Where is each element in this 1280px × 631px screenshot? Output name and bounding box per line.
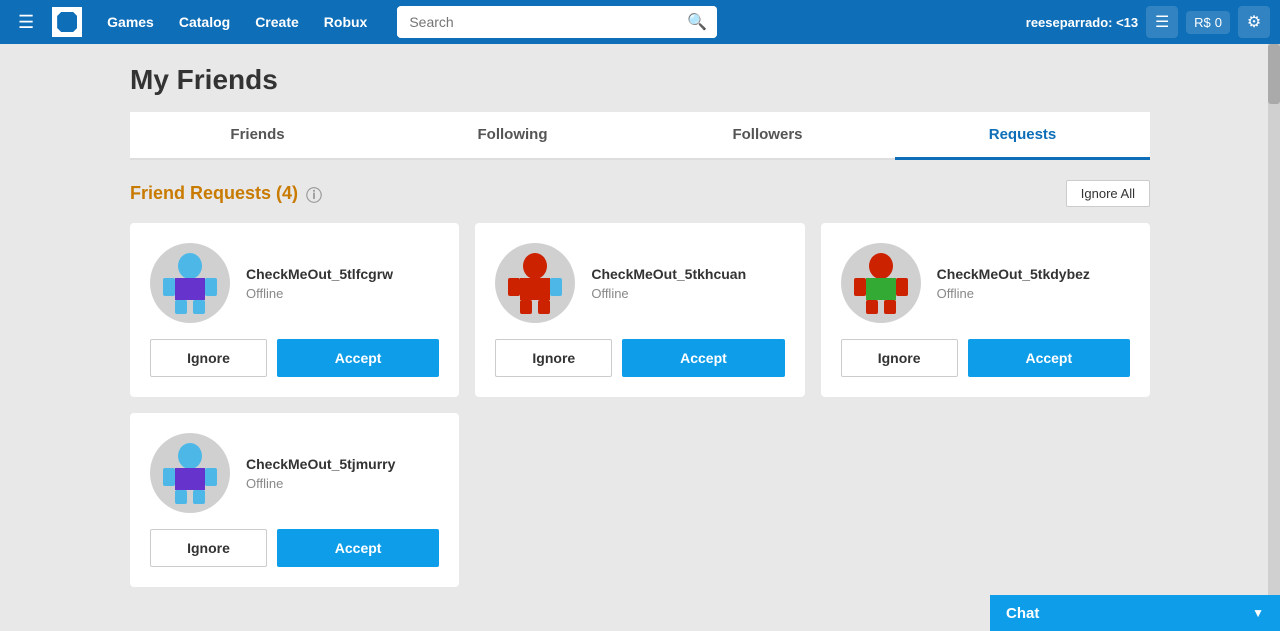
- table-row: CheckMeOut_5tlfcgrw Offline Ignore Accep…: [130, 223, 459, 397]
- card-actions-2: Ignore Accept: [495, 339, 784, 377]
- username-4: CheckMeOut_5tjmurry: [246, 456, 395, 472]
- tab-followers[interactable]: Followers: [640, 112, 895, 160]
- ignore-button-3[interactable]: Ignore: [841, 339, 958, 377]
- settings-icon[interactable]: ⚙: [1238, 6, 1270, 38]
- status-2: Offline: [591, 286, 746, 301]
- ignore-button-4[interactable]: Ignore: [150, 529, 267, 567]
- chevron-down-icon: ▼: [1252, 606, 1264, 620]
- accept-button-4[interactable]: Accept: [277, 529, 439, 567]
- username-1: CheckMeOut_5tlfcgrw: [246, 266, 393, 282]
- section-title-text: Friend Requests (4): [130, 183, 298, 204]
- nav-links: Games Catalog Create Robux: [97, 8, 377, 36]
- nav-create[interactable]: Create: [245, 8, 309, 36]
- card-actions-1: Ignore Accept: [150, 339, 439, 377]
- card-top-1: CheckMeOut_5tlfcgrw Offline: [150, 243, 439, 323]
- tab-requests[interactable]: Requests: [895, 112, 1150, 160]
- search-bar: 🔍: [397, 6, 717, 38]
- card-info-1: CheckMeOut_5tlfcgrw Offline: [246, 266, 393, 301]
- navbar: ☰ Games Catalog Create Robux 🔍 reeseparr…: [0, 0, 1280, 44]
- username-display: reeseparrado: <13: [1026, 15, 1138, 30]
- nav-catalog[interactable]: Catalog: [169, 8, 240, 36]
- table-row: CheckMeOut_5tkhcuan Offline Ignore Accep…: [475, 223, 804, 397]
- status-1: Offline: [246, 286, 393, 301]
- avatar-image: [846, 248, 916, 318]
- tab-following[interactable]: Following: [385, 112, 640, 160]
- tab-friends[interactable]: Friends: [130, 112, 385, 160]
- card-top-4: CheckMeOut_5tjmurry Offline: [150, 433, 439, 513]
- messages-icon[interactable]: ☰: [1146, 6, 1178, 38]
- requests-grid: CheckMeOut_5tlfcgrw Offline Ignore Accep…: [130, 223, 1150, 587]
- card-top-3: CheckMeOut_5tkdybez Offline: [841, 243, 1130, 323]
- ignore-all-button[interactable]: Ignore All: [1066, 180, 1150, 207]
- card-top-2: CheckMeOut_5tkhcuan Offline: [495, 243, 784, 323]
- card-actions-4: Ignore Accept: [150, 529, 439, 567]
- main-content: My Friends Friends Following Followers R…: [0, 44, 1280, 607]
- logo-icon: [57, 12, 77, 32]
- username-3: CheckMeOut_5tkdybez: [937, 266, 1090, 282]
- avatar: [150, 243, 230, 323]
- section-header: Friend Requests (4) ⓘ Ignore All: [130, 180, 1150, 207]
- accept-button-3[interactable]: Accept: [968, 339, 1130, 377]
- chat-bar[interactable]: Chat ▼: [990, 595, 1280, 631]
- avatar: [841, 243, 921, 323]
- nav-games[interactable]: Games: [97, 8, 164, 36]
- robux-count: 0: [1215, 15, 1222, 30]
- info-icon[interactable]: ⓘ: [306, 182, 322, 206]
- ignore-button-1[interactable]: Ignore: [150, 339, 267, 377]
- logo-button[interactable]: [52, 7, 82, 37]
- search-input[interactable]: [397, 8, 677, 36]
- status-4: Offline: [246, 476, 395, 491]
- username-2: CheckMeOut_5tkhcuan: [591, 266, 746, 282]
- nav-robux[interactable]: Robux: [314, 8, 378, 36]
- hamburger-icon[interactable]: ☰: [10, 8, 42, 37]
- card-info-4: CheckMeOut_5tjmurry Offline: [246, 456, 395, 491]
- card-info-2: CheckMeOut_5tkhcuan Offline: [591, 266, 746, 301]
- avatar-image: [155, 438, 225, 508]
- avatar-image: [155, 248, 225, 318]
- avatar-image: [500, 248, 570, 318]
- scrollbar-thumb[interactable]: [1268, 44, 1280, 104]
- avatar: [495, 243, 575, 323]
- status-3: Offline: [937, 286, 1090, 301]
- ignore-button-2[interactable]: Ignore: [495, 339, 612, 377]
- card-info-3: CheckMeOut_5tkdybez Offline: [937, 266, 1090, 301]
- nav-right: reeseparrado: <13 ☰ R$ 0 ⚙: [1026, 6, 1270, 38]
- page-title: My Friends: [130, 64, 1150, 96]
- search-button[interactable]: 🔍: [677, 6, 717, 38]
- table-row: CheckMeOut_5tkdybez Offline Ignore Accep…: [821, 223, 1150, 397]
- section-title: Friend Requests (4) ⓘ: [130, 182, 322, 206]
- card-actions-3: Ignore Accept: [841, 339, 1130, 377]
- robux-display[interactable]: R$ 0: [1186, 11, 1230, 34]
- scrollbar-track[interactable]: [1268, 44, 1280, 595]
- table-row: CheckMeOut_5tjmurry Offline Ignore Accep…: [130, 413, 459, 587]
- accept-button-2[interactable]: Accept: [622, 339, 784, 377]
- robux-icon: R$: [1194, 15, 1211, 30]
- avatar: [150, 433, 230, 513]
- tabs-container: Friends Following Followers Requests: [130, 112, 1150, 160]
- chat-label: Chat: [1006, 605, 1039, 622]
- accept-button-1[interactable]: Accept: [277, 339, 439, 377]
